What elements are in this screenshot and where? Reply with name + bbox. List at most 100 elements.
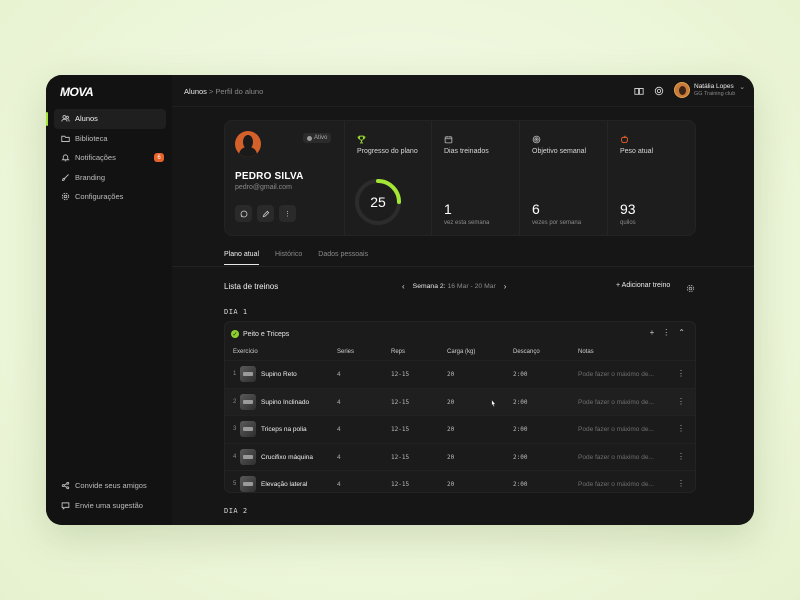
- rest-cell: 2:00: [513, 371, 528, 378]
- folder-icon: [60, 133, 70, 143]
- student-identity: Ativo PEDRO SILVA pedro@gmail.com ⋮: [225, 121, 345, 235]
- row-more-icon[interactable]: ⋮: [677, 479, 685, 488]
- support-icon[interactable]: [652, 84, 666, 98]
- chevron-up-icon[interactable]: ⌃: [678, 328, 685, 337]
- notes-cell: Pode fazer o máximo de...: [578, 453, 654, 461]
- sidebar-item-label: Branding: [75, 172, 106, 182]
- metric-value: 6: [532, 201, 540, 217]
- gear-icon[interactable]: [686, 280, 696, 293]
- table-row[interactable]: 5 Elevação lateral 4 12-15 20 2:00 Pode …: [225, 470, 695, 498]
- student-name: PEDRO SILVA: [235, 171, 304, 182]
- user-club: GG Training club: [694, 90, 736, 97]
- sidebar-item-label: Biblioteca: [75, 133, 108, 143]
- row-more-icon[interactable]: ⋮: [677, 424, 685, 433]
- tabs-divider: [172, 266, 754, 267]
- sidebar-item-label: Convide seus amigos: [75, 481, 147, 491]
- tab-plano-atual[interactable]: Plano atual: [224, 251, 260, 265]
- breadcrumb-separator: >: [208, 87, 214, 96]
- metric-current-weight: Peso atual 93 quilos: [608, 121, 697, 235]
- metric-label: Progresso do plano: [357, 148, 418, 155]
- day-label: DIA 1: [224, 308, 248, 316]
- row-number: 4: [233, 453, 237, 460]
- book-icon[interactable]: [632, 84, 646, 98]
- table-header: Exercício Series Reps Carga (kg) Descanç…: [225, 349, 695, 359]
- sidebar-item-branding[interactable]: Branding: [54, 168, 166, 188]
- edit-icon[interactable]: [257, 205, 274, 222]
- exercise-thumbnail: [240, 448, 256, 465]
- sidebar-item-label: Alunos: [75, 114, 98, 124]
- status-label: Ativo: [314, 135, 328, 141]
- tab-dados-pessoais[interactable]: Dados pessoais: [318, 251, 368, 265]
- chevron-right-icon[interactable]: ›: [504, 282, 507, 291]
- add-workout-button[interactable]: + Adicionar treino: [616, 282, 670, 289]
- sidebar: MOVA Alunos Biblioteca Notificações 6 Br…: [46, 75, 172, 525]
- status-dot-icon: [307, 135, 312, 141]
- trophy-icon: [357, 131, 367, 144]
- metric-weekly-goal: Objetivo semanal 6 vezes por semana: [520, 121, 608, 235]
- metric-sub: vezes por semana: [532, 220, 582, 226]
- table-row[interactable]: 1 Supino Reto 4 12-15 20 2:00 Pode fazer…: [225, 360, 695, 388]
- row-more-icon[interactable]: ⋮: [677, 397, 685, 406]
- cursor-icon: [491, 399, 496, 407]
- calendar-icon: [444, 131, 454, 144]
- table-row[interactable]: 2 Supino Inclinado 4 12-15 20 2:00 Pode …: [225, 387, 695, 415]
- reps-cell: 12-15: [391, 426, 410, 433]
- row-number: 5: [233, 481, 237, 487]
- breadcrumb-alunos[interactable]: Alunos: [184, 87, 207, 96]
- rest-cell: 2:00: [513, 426, 528, 433]
- day-label: DIA 2: [224, 507, 248, 515]
- load-cell: 20: [447, 453, 455, 461]
- sidebar-item-label: Notificações: [75, 153, 116, 163]
- exercise-name: Supino Inclinado: [261, 398, 310, 406]
- exercise-thumbnail: [240, 476, 256, 492]
- plus-icon: +: [616, 282, 621, 289]
- target-icon: [532, 131, 542, 144]
- exercise-name: Supino Reto: [261, 371, 297, 378]
- main-content: Alunos > Perfil do aluno Natália Lopes GG …: [172, 75, 754, 525]
- chevron-left-icon[interactable]: ‹: [402, 282, 405, 291]
- series-cell: 4: [337, 398, 341, 406]
- metric-sub: quilos: [620, 220, 636, 226]
- invite-friends-link[interactable]: Convide seus amigos: [54, 476, 166, 496]
- column-header: Exercício: [233, 349, 258, 355]
- status-badge: Ativo: [303, 133, 332, 143]
- add-exercise-icon[interactable]: +: [650, 328, 655, 337]
- add-workout-label: Adicionar treino: [621, 282, 671, 289]
- student-profile-card: Ativo PEDRO SILVA pedro@gmail.com ⋮ Prog…: [224, 120, 696, 236]
- student-avatar: [235, 131, 261, 157]
- sidebar-item-label: Envie uma sugestão: [75, 500, 143, 510]
- row-more-icon[interactable]: ⋮: [677, 452, 685, 461]
- sidebar-item-label: Configurações: [75, 192, 124, 202]
- exercise-name: Crucifixo máquina: [261, 453, 314, 461]
- sidebar-item-alunos[interactable]: Alunos: [46, 109, 166, 129]
- table-row[interactable]: 3 Triceps na polia 4 12-15 20 2:00 Pode …: [225, 415, 695, 443]
- workout-block-title: Peito e Triceps: [243, 330, 290, 338]
- row-more-icon[interactable]: ⋮: [677, 369, 685, 378]
- share-icon: [60, 481, 70, 491]
- table-row[interactable]: 4 Crucifixo máquina 4 12-15 20 2:00 Pode…: [225, 442, 695, 471]
- student-email: pedro@gmail.com: [235, 184, 292, 191]
- workout-block-header: ✓ Peito e Triceps + ⋮ ⌃: [231, 328, 689, 340]
- send-suggestion-link[interactable]: Envie uma sugestão: [54, 496, 166, 516]
- reps-cell: 12-15: [391, 453, 410, 461]
- rest-cell: 2:00: [513, 481, 528, 488]
- more-icon[interactable]: ⋮: [662, 328, 670, 337]
- sidebar-item-biblioteca[interactable]: Biblioteca: [54, 129, 166, 149]
- load-cell: 20: [447, 371, 455, 378]
- more-icon[interactable]: ⋮: [279, 205, 296, 222]
- metric-value: 93: [620, 201, 636, 217]
- workout-list-title: Lista de treinos: [224, 282, 279, 291]
- chat-icon: [60, 500, 70, 510]
- series-cell: 4: [337, 426, 341, 433]
- workout-block-controls: + ⋮ ⌃: [650, 328, 685, 337]
- sidebar-item-notificacoes[interactable]: Notificações 6: [54, 148, 166, 168]
- whatsapp-icon[interactable]: [235, 205, 252, 222]
- user-menu[interactable]: Natália Lopes GG Training club ⌄: [674, 82, 745, 98]
- sidebar-item-configuracoes[interactable]: Configurações: [54, 187, 166, 207]
- week-selector: ‹ Semana 2: 16 Mar - 20 Mar ›: [402, 282, 506, 291]
- metric-label: Objetivo semanal: [532, 148, 587, 155]
- reps-cell: 12-15: [391, 481, 410, 488]
- tab-historico[interactable]: Histórico: [275, 251, 302, 265]
- metric-label: Dias treinados: [444, 148, 489, 155]
- load-cell: 20: [447, 426, 455, 433]
